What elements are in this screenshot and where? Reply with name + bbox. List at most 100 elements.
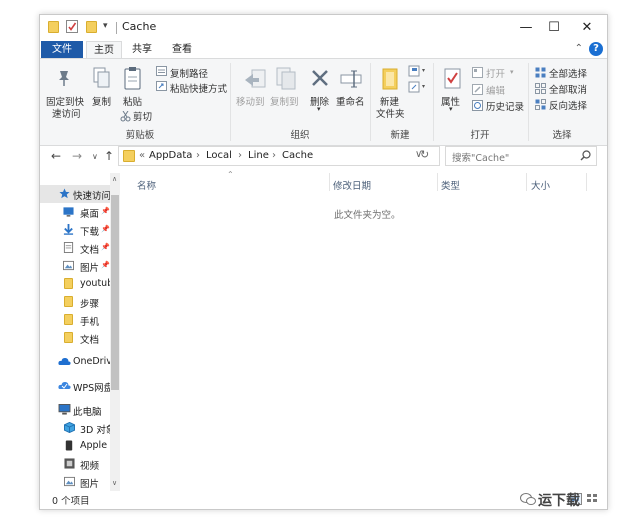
breadcrumb-appdata[interactable]: AppData [149, 150, 192, 161]
qat-dropdown-icon[interactable]: ▾ [103, 21, 108, 31]
search-input[interactable]: 搜索"Cache" [452, 150, 509, 164]
nav-scrollbar-thumb[interactable] [111, 195, 119, 390]
search-box[interactable]: 搜索"Cache" [445, 146, 597, 166]
address-bar[interactable]: « AppData › Local › Line › Cache ∨ [118, 146, 440, 166]
column-header-name[interactable]: 名称 [137, 178, 156, 192]
column-divider[interactable] [329, 173, 330, 191]
select-none-button[interactable]: 全部取消 [549, 82, 587, 96]
tab-file[interactable]: 文件 [41, 41, 83, 59]
nav-item-pictures-pc[interactable]: 图片 [40, 473, 110, 491]
select-all-button[interactable]: 全部选择 [549, 66, 587, 80]
column-divider[interactable] [586, 173, 587, 191]
rename-button[interactable]: 重命名 [336, 94, 365, 108]
tab-share[interactable]: 共享 [124, 41, 160, 59]
nav-item-onedrive[interactable]: OneDriv [40, 353, 112, 371]
recent-locations-icon[interactable]: ∨ [92, 152, 98, 161]
collapse-ribbon-icon[interactable]: ⌃ [575, 43, 583, 54]
nav-item-docs-folder[interactable]: 文档 [40, 329, 110, 347]
edit-icon[interactable] [472, 84, 483, 98]
pin-icon[interactable] [56, 69, 72, 90]
nav-item-desktop[interactable]: 桌面 📌 [40, 203, 110, 221]
copy-path-button[interactable]: 复制路径 [170, 66, 208, 80]
copy-icon[interactable] [93, 67, 111, 92]
nav-item-this-pc[interactable]: 此电脑 [40, 401, 110, 419]
nav-item-wps[interactable]: WPS网盘 [40, 377, 113, 395]
column-header-type[interactable]: 类型 [441, 178, 460, 192]
paste-icon[interactable] [124, 66, 142, 93]
breadcrumb-cache[interactable]: Cache [282, 150, 313, 161]
forward-icon[interactable]: → [72, 149, 82, 163]
breadcrumb-line[interactable]: Line [248, 150, 269, 161]
ribbon: 固定到快 速访问 复制 粘贴 复制路径 粘贴快捷方式 剪切 剪贴板 移动到 复制… [40, 58, 607, 146]
move-to-icon[interactable] [244, 69, 268, 94]
nav-item-downloads[interactable]: 下载 📌 [40, 221, 110, 239]
nav-item-documents[interactable]: 文档 📌 [40, 239, 110, 257]
paste-button[interactable]: 粘贴 [123, 94, 142, 108]
column-header-modified[interactable]: 修改日期 [333, 178, 371, 192]
tab-view[interactable]: 查看 [164, 41, 200, 59]
copy-to-icon[interactable] [275, 67, 297, 94]
overflow-icon[interactable]: « [139, 150, 145, 161]
copy-to-button[interactable]: 复制到 [270, 94, 299, 108]
close-button[interactable]: ✕ [567, 15, 607, 41]
select-group-label: 选择 [552, 130, 572, 141]
up-icon[interactable]: ↑ [104, 149, 114, 163]
nav-item-label: 图片 [80, 263, 100, 274]
cut-button[interactable]: 剪切 [133, 109, 152, 123]
column-divider[interactable] [437, 173, 438, 191]
nav-item-3d-objects[interactable]: 3D 对象 [40, 419, 115, 437]
scroll-down-icon[interactable]: ∨ [112, 479, 117, 487]
pin-quick-access-label-2[interactable]: 速访问 [52, 106, 81, 120]
nav-item-steps[interactable]: 步骤 [40, 293, 110, 311]
group-separator [230, 63, 231, 141]
pinned-icon: 📌 [101, 207, 110, 215]
properties-icon[interactable] [444, 68, 462, 93]
edit-button[interactable]: 编辑 [486, 83, 505, 97]
invert-selection-icon[interactable] [535, 99, 546, 113]
nav-item-label: 文档 [80, 335, 100, 346]
nav-item-apple[interactable]: Apple [40, 437, 110, 455]
copy-path-icon[interactable] [156, 66, 167, 79]
refresh-icon[interactable]: ↻ [420, 148, 429, 161]
cube-icon [64, 422, 75, 433]
open-icon[interactable] [472, 67, 483, 81]
open-dropdown-icon[interactable]: ▾ [510, 68, 514, 76]
properties-dropdown-icon[interactable]: ▾ [449, 105, 453, 113]
nav-item-phone[interactable]: 手机 [40, 311, 110, 329]
history-icon[interactable] [472, 100, 483, 114]
new-folder-label-2[interactable]: 文件夹 [376, 106, 405, 120]
history-button[interactable]: 历史记录 [486, 99, 524, 113]
large-icons-view-icon[interactable] [586, 493, 600, 505]
tab-home[interactable]: 主页 [86, 41, 122, 59]
new-item-icon[interactable] [408, 65, 428, 80]
rename-icon[interactable] [340, 69, 362, 92]
new-folder-icon[interactable] [382, 67, 400, 94]
folder-icon [64, 296, 73, 307]
delete-dropdown-icon[interactable]: ▾ [317, 105, 321, 113]
help-icon[interactable]: ? [589, 42, 603, 56]
scroll-up-icon[interactable]: ∧ [112, 175, 117, 183]
scissors-icon[interactable] [120, 110, 131, 125]
select-all-icon[interactable] [535, 67, 546, 81]
nav-item-videos[interactable]: 视频 [40, 455, 110, 473]
paste-shortcut-icon[interactable] [156, 81, 167, 94]
copy-button[interactable]: 复制 [92, 94, 111, 108]
select-none-icon[interactable] [535, 83, 546, 97]
search-icon[interactable] [580, 150, 591, 164]
nav-item-quick-access[interactable]: 快速访问 [40, 185, 111, 203]
invert-selection-button[interactable]: 反向选择 [549, 98, 587, 112]
paste-shortcut-button[interactable]: 粘贴快捷方式 [170, 81, 227, 95]
column-divider[interactable] [526, 173, 527, 191]
column-header-size[interactable]: 大小 [531, 178, 550, 192]
move-to-button[interactable]: 移动到 [236, 94, 265, 108]
breadcrumb-local[interactable]: Local [206, 150, 232, 161]
pinned-icon: 📌 [101, 243, 110, 251]
easy-access-icon[interactable] [408, 81, 428, 96]
nav-item-youtube[interactable]: youtub [40, 275, 113, 293]
back-icon[interactable]: ← [51, 149, 61, 163]
open-button[interactable]: 打开 [486, 66, 505, 80]
properties-check-icon[interactable] [66, 20, 78, 33]
new-folder-qa-icon[interactable] [86, 21, 97, 33]
nav-item-pictures[interactable]: 图片 📌 [40, 257, 110, 275]
delete-icon[interactable] [310, 68, 330, 91]
